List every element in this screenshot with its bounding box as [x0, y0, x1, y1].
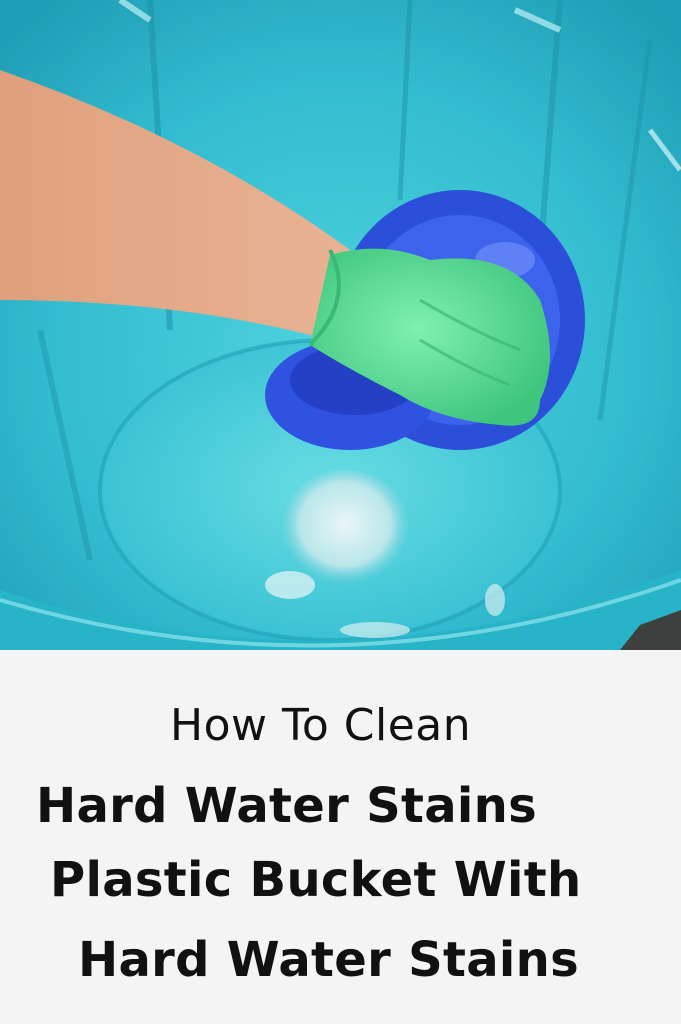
- caption-line-2: Hard Water Stains: [36, 778, 538, 834]
- caption-panel: How To Clean Hard Water Stains Plastic B…: [0, 650, 681, 1024]
- bucket-photo: [0, 0, 681, 650]
- caption-line-1: How To Clean: [170, 700, 472, 751]
- hard-water-stain: [485, 584, 505, 616]
- pin-image: How To Clean Hard Water Stains Plastic B…: [0, 0, 681, 1024]
- hard-water-stain: [265, 571, 315, 599]
- hard-water-stain: [280, 470, 410, 590]
- hard-water-stain: [340, 622, 410, 638]
- caption-line-4: Hard Water Stains: [78, 932, 580, 988]
- caption-line-3: Plastic Bucket With: [50, 852, 582, 908]
